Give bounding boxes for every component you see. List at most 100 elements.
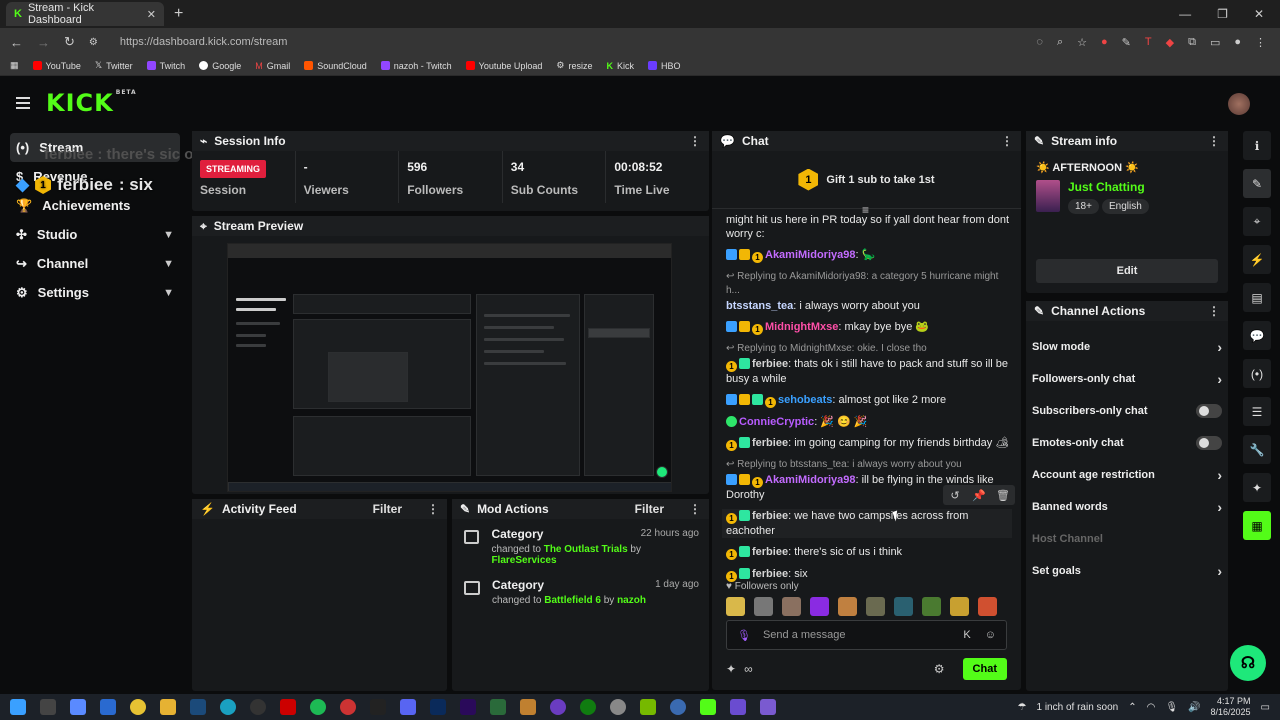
kebab-menu-icon[interactable]: ⋮ (1208, 304, 1220, 318)
premiere-icon[interactable] (460, 699, 476, 715)
emote-icon[interactable] (782, 597, 801, 616)
kick-points-icon[interactable]: ✦ (726, 662, 736, 676)
bookmark-hbo[interactable]: HBO (648, 61, 681, 71)
wifi-icon[interactable]: ◠ (1147, 702, 1156, 713)
kick-points-icon[interactable]: ✦ (1243, 473, 1271, 502)
chat-username[interactable]: MidnightMxse (765, 321, 838, 333)
app-icon-3[interactable] (670, 699, 686, 715)
mic-icon[interactable]: 🎙 (1165, 702, 1178, 713)
kebab-menu-icon[interactable]: ⋮ (427, 502, 439, 516)
forward-icon[interactable]: → (37, 35, 50, 50)
copilot-icon[interactable] (70, 699, 86, 715)
chat-username[interactable]: AkamiMidoriya98 (765, 474, 855, 486)
proton-icon[interactable] (550, 699, 566, 715)
minimize-icon[interactable]: — (1179, 7, 1191, 21)
bookmark-twitter[interactable]: 𝕏 Twitter (95, 60, 133, 71)
kebab-menu-icon[interactable]: ⋮ (689, 134, 701, 148)
notes-icon[interactable] (730, 699, 746, 715)
puzzle-icon[interactable]: ⧉ (1188, 36, 1196, 49)
nvidia-icon[interactable] (640, 699, 656, 715)
bookmark-youtube-upload[interactable]: Youtube Upload (465, 61, 542, 71)
photoshop-icon[interactable] (430, 699, 446, 715)
obs-icon[interactable] (250, 699, 266, 715)
kebab-menu-icon[interactable]: ⋮ (1208, 134, 1220, 148)
browser-tab[interactable]: K Stream - Kick Dashboard ✕ (6, 2, 164, 26)
store-icon[interactable] (100, 699, 116, 715)
eye-off-icon[interactable]: ◌ (1036, 36, 1043, 49)
emotes-only-toggle[interactable] (1196, 436, 1222, 450)
chat-username[interactable]: ferbiee (752, 510, 788, 522)
chat-username[interactable]: ferbiee (752, 437, 788, 449)
close-window-icon[interactable]: ✕ (1254, 7, 1264, 21)
chat-username[interactable]: ConnieCryptic (739, 416, 814, 428)
broadcast-icon[interactable]: (•) (1243, 359, 1271, 388)
chat-username[interactable]: AkamiMidoriya98 (765, 249, 855, 261)
bookmark-twitch[interactable]: Twitch (146, 61, 185, 71)
kebab-menu-icon[interactable]: ⋮ (1001, 134, 1013, 148)
emote-icon[interactable] (754, 597, 773, 616)
sidebar-item-studio[interactable]: ✣ Studio ▼ (10, 220, 180, 249)
document-icon[interactable]: ▤ (1243, 283, 1271, 312)
extension-icon-3[interactable]: ◆ (1166, 36, 1174, 49)
pin-icon[interactable]: 📌 (967, 485, 991, 505)
category-link[interactable]: Just Chatting (1068, 180, 1152, 194)
emote-icon[interactable] (726, 597, 745, 616)
mod-user-link[interactable]: FlareServices (491, 555, 556, 566)
mod-target-link[interactable]: The Outlast Trials (544, 544, 628, 555)
hamburger-menu-icon[interactable] (16, 94, 30, 112)
bookmark-star-icon[interactable]: ☆ (1077, 36, 1087, 49)
kick-logo[interactable]: KICK BETA (46, 89, 137, 117)
url-input[interactable]: https://dashboard.kick.com/stream (120, 36, 288, 48)
clapper-icon[interactable]: ▦ (1243, 511, 1271, 540)
subscribers-only-toggle[interactable] (1196, 404, 1222, 418)
app-icon[interactable] (340, 699, 356, 715)
task-view-icon[interactable] (40, 699, 56, 715)
site-info-icon[interactable]: ⚙ (89, 37, 98, 48)
emote-icon[interactable] (838, 597, 857, 616)
chat-username[interactable]: sehobeats (778, 394, 832, 406)
emote-icon[interactable] (978, 597, 997, 616)
camera-icon[interactable]: ⌖ (1243, 207, 1271, 236)
emote-icon[interactable] (866, 597, 885, 616)
sidebar-item-settings[interactable]: ⚙ Settings ▼ (10, 278, 180, 307)
action-account-age[interactable]: Account age restriction › (1026, 459, 1228, 491)
layers-icon[interactable]: ☰ (1243, 397, 1271, 426)
edit-button[interactable]: Edit (1036, 259, 1218, 283)
stream-preview-video[interactable] (227, 243, 672, 492)
volume-icon[interactable]: 🔊 (1188, 702, 1200, 713)
kick-app-icon[interactable] (700, 699, 716, 715)
translate-icon[interactable]: ✎ (1122, 36, 1131, 49)
bookmark-resize[interactable]: ⚙ resize (556, 60, 592, 71)
action-slow-mode[interactable]: Slow mode › (1026, 331, 1228, 363)
action-banned-words[interactable]: Banned words › (1026, 491, 1228, 523)
bookmark-kick[interactable]: K Kick (606, 61, 634, 71)
delete-icon[interactable]: 🗑 (991, 485, 1015, 505)
spotify-icon[interactable] (310, 699, 326, 715)
chat-bubble-icon[interactable]: 💬 (1243, 321, 1271, 350)
notification-icon[interactable]: ▭ (1261, 702, 1270, 713)
bookmark-soundcloud[interactable]: SoundCloud (304, 61, 367, 71)
reply-icon[interactable]: ↺ (943, 485, 967, 505)
emote-icon[interactable] (950, 597, 969, 616)
menu-dots-icon[interactable]: ⋮ (1255, 36, 1266, 49)
info-icon[interactable]: ℹ (1243, 131, 1271, 160)
chat-input[interactable]: 🎙 Send a message K ☺ (726, 620, 1007, 650)
lightning-icon[interactable]: ⚡ (1243, 245, 1271, 274)
chat-username[interactable]: btsstans_tea (726, 300, 793, 312)
close-tab-icon[interactable]: ✕ (147, 8, 156, 21)
send-chat-button[interactable]: Chat (962, 658, 1007, 680)
chat-username[interactable]: ferbiee (752, 546, 788, 558)
activity-filter-button[interactable]: Filter (373, 502, 402, 516)
emote-icon[interactable] (922, 597, 941, 616)
emoji-icon[interactable]: ☺ (985, 629, 996, 641)
infinity-icon[interactable]: ∞ (744, 662, 753, 676)
weather-text[interactable]: 1 inch of rain soon (1037, 702, 1119, 713)
emote-icon[interactable] (894, 597, 913, 616)
pencil-icon[interactable]: ✎ (1243, 169, 1271, 198)
gift-sub-banner[interactable]: 1 Gift 1 sub to take 1st (712, 151, 1021, 209)
bookmark-gmail[interactable]: M Gmail (255, 61, 290, 71)
apps-icon[interactable]: ▦ (10, 60, 19, 71)
zoom-icon[interactable]: ⌕ (1057, 36, 1063, 49)
windows-start-icon[interactable] (10, 699, 26, 715)
mod-target-link[interactable]: Battlefield 6 (544, 595, 601, 606)
